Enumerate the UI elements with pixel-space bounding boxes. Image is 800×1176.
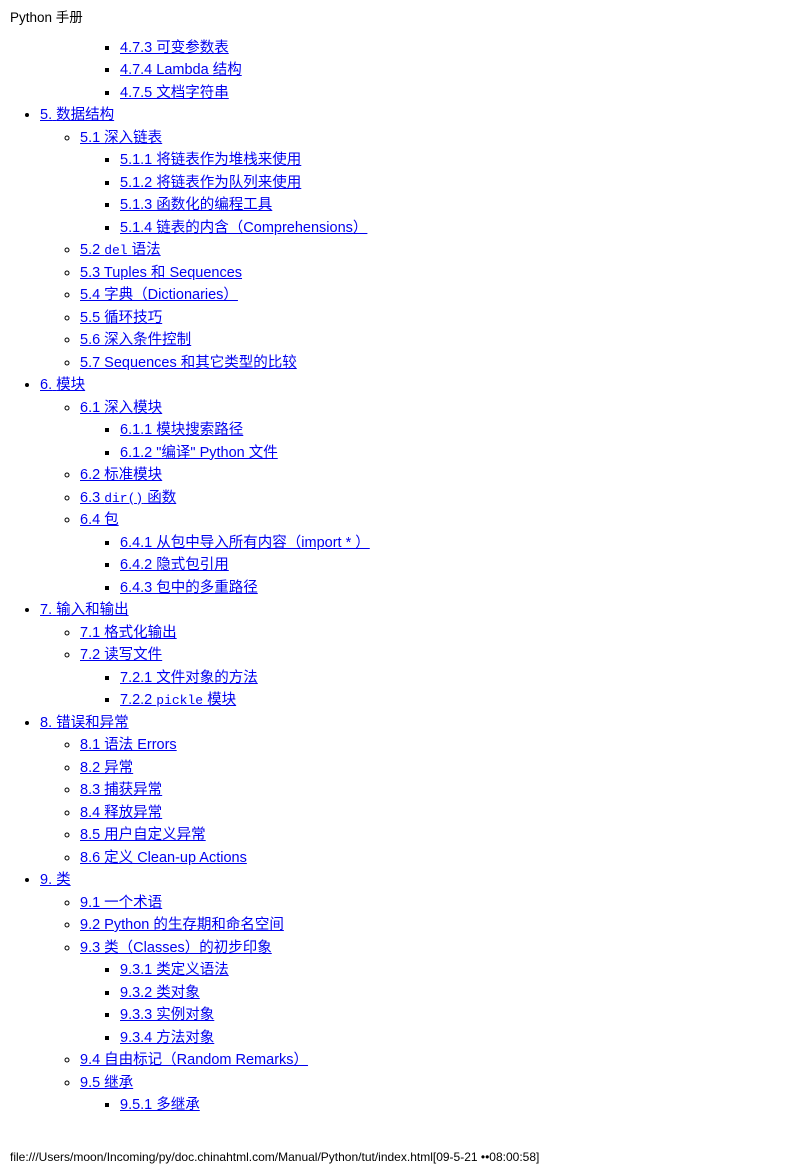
toc-item: 7.1 格式化输出 — [80, 623, 800, 643]
toc-link[interactable]: 8.4 释放异常 — [80, 805, 162, 821]
toc-item: 9.4 自由标记（Random Remarks） — [80, 1050, 800, 1070]
toc-link[interactable]: 4.7.4 Lambda 结构 — [120, 62, 242, 78]
page-title: Python 手册 — [0, 0, 800, 33]
toc-item: 8.4 释放异常 — [80, 803, 800, 823]
toc-link[interactable]: 7.1 格式化输出 — [80, 625, 177, 641]
toc-link[interactable]: 9.2 Python 的生存期和命名空间 — [80, 917, 284, 933]
toc-item: 6.1.1 模块搜索路径 — [120, 420, 800, 440]
toc-link[interactable]: 7.2 读写文件 — [80, 647, 162, 663]
toc-link[interactable]: 8.2 异常 — [80, 760, 133, 776]
toc-item: 9.3.3 实例对象 — [120, 1005, 800, 1025]
toc-item: 5.1 深入链表 5.1.1 将链表作为堆栈来使用 5.1.2 将链表作为队列来使用… — [80, 128, 800, 238]
toc-item: 6.4.2 隐式包引用 — [120, 555, 800, 575]
toc-link[interactable]: 6.4.1 从包中导入所有内容（import * ） — [120, 535, 370, 551]
toc-link[interactable]: 9.3.1 类定义语法 — [120, 962, 229, 978]
toc-link[interactable]: 9.3.3 实例对象 — [120, 1007, 214, 1023]
toc-item: 4.7.3 可变参数表 — [120, 38, 800, 58]
toc-link[interactable]: 5.2 del 语法 — [80, 242, 161, 258]
toc-link[interactable]: 9.5.1 多继承 — [120, 1097, 200, 1113]
toc-item: 6.2 标准模块 — [80, 465, 800, 485]
toc-link-ch6[interactable]: 6. 模块 — [40, 377, 85, 393]
toc-link[interactable]: 5.7 Sequences 和其它类型的比较 — [80, 355, 297, 371]
toc-link[interactable]: 6.1.1 模块搜索路径 — [120, 422, 243, 438]
toc-link[interactable]: 9.1 一个术语 — [80, 895, 162, 911]
toc-link[interactable]: 8.5 用户自定义异常 — [80, 827, 206, 843]
toc-link[interactable]: 8.1 语法 Errors — [80, 737, 177, 753]
toc-link[interactable]: 5.3 Tuples 和 Sequences — [80, 265, 242, 281]
toc-item: 8.6 定义 Clean-up Actions — [80, 848, 800, 868]
toc-item: 8.5 用户自定义异常 — [80, 825, 800, 845]
toc-item: 7.2.1 文件对象的方法 — [120, 668, 800, 688]
toc-link[interactable]: 8.3 捕获异常 — [80, 782, 162, 798]
toc-link[interactable]: 4.7.5 文档字符串 — [120, 85, 229, 101]
toc-link[interactable]: 6.4.3 包中的多重路径 — [120, 580, 258, 596]
toc-link[interactable]: 8.6 定义 Clean-up Actions — [80, 850, 247, 866]
toc-link[interactable]: 6.3 dir() 函数 — [80, 490, 176, 506]
toc-item: 6.1.2 "编译" Python 文件 — [120, 443, 800, 463]
toc-item: 9.3 类（Classes）的初步印象 9.3.1 类定义语法 9.3.2 类对象 9… — [80, 938, 800, 1048]
toc-item: 6.4.3 包中的多重路径 — [120, 578, 800, 598]
toc-link[interactable]: 5.1.3 函数化的编程工具 — [120, 197, 272, 213]
toc-link-ch5[interactable]: 5. 数据结构 — [40, 107, 114, 123]
toc-item: 8.1 语法 Errors — [80, 735, 800, 755]
toc-link[interactable]: 9.3 类（Classes）的初步印象 — [80, 940, 272, 956]
toc-item: 4.7.4 Lambda 结构 — [120, 60, 800, 80]
toc-item: 9.5.1 多继承 — [120, 1095, 800, 1115]
toc-item: 9.3.4 方法对象 — [120, 1028, 800, 1048]
toc-item: 5.3 Tuples 和 Sequences — [80, 263, 800, 283]
toc-link[interactable]: 7.2.2 pickle 模块 — [120, 692, 236, 708]
toc-item: 5.4 字典（Dictionaries） — [80, 285, 800, 305]
toc-link[interactable]: 7.2.1 文件对象的方法 — [120, 670, 258, 686]
toc-link[interactable]: 6.1 深入模块 — [80, 400, 162, 416]
toc-item: 6.4.1 从包中导入所有内容（import * ） — [120, 533, 800, 553]
toc-item: 7.2 读写文件 7.2.1 文件对象的方法 7.2.2 pickle 模块 — [80, 645, 800, 710]
toc-link[interactable]: 9.3.4 方法对象 — [120, 1030, 214, 1046]
toc-item: 6.1 深入模块 6.1.1 模块搜索路径 6.1.2 "编译" Python 文件 — [80, 398, 800, 463]
toc-item: 7.2.2 pickle 模块 — [120, 690, 800, 710]
toc-item: 5.1.1 将链表作为堆栈来使用 — [120, 150, 800, 170]
toc-link[interactable]: 4.7.3 可变参数表 — [120, 40, 229, 56]
toc-item: 5.6 深入条件控制 — [80, 330, 800, 350]
toc-link[interactable]: 6.4.2 隐式包引用 — [120, 557, 229, 573]
toc-item: 4.7.5 文档字符串 — [120, 83, 800, 103]
toc-item: 9.2 Python 的生存期和命名空间 — [80, 915, 800, 935]
toc-item: 5.1.3 函数化的编程工具 — [120, 195, 800, 215]
toc-content: 4.7.3 可变参数表 4.7.4 Lambda 结构 4.7.5 文档字符串 5.… — [0, 33, 800, 1146]
toc-link[interactable]: 6.4 包 — [80, 512, 119, 528]
toc-item: 9.3.1 类定义语法 — [120, 960, 800, 980]
toc-item: 5.5 循环技巧 — [80, 308, 800, 328]
toc-link[interactable]: 6.2 标准模块 — [80, 467, 162, 483]
toc-link[interactable]: 5.1 深入链表 — [80, 130, 162, 146]
toc-link[interactable]: 9.5 继承 — [80, 1075, 133, 1091]
toc-link[interactable]: 5.5 循环技巧 — [80, 310, 162, 326]
toc-link-ch7[interactable]: 7. 输入和输出 — [40, 602, 129, 618]
toc-item: 5.2 del 语法 — [80, 240, 800, 260]
toc-link-ch9[interactable]: 9. 类 — [40, 872, 71, 888]
toc-item: 5.1.2 将链表作为队列来使用 — [120, 173, 800, 193]
toc-item: 6.4 包6.4.1 从包中导入所有内容（import * ） 6.4.2 隐式包… — [80, 510, 800, 598]
toc-link[interactable]: 9.3.2 类对象 — [120, 985, 200, 1001]
toc-link[interactable]: 6.1.2 "编译" Python 文件 — [120, 445, 278, 461]
toc-link-ch8[interactable]: 8. 错误和异常 — [40, 715, 129, 731]
toc-item: 9.5 继承 9.5.1 多继承 — [80, 1073, 800, 1116]
toc-item: 5.7 Sequences 和其它类型的比较 — [80, 353, 800, 373]
toc-link[interactable]: 5.6 深入条件控制 — [80, 332, 191, 348]
toc-item: 8.2 异常 — [80, 758, 800, 778]
toc-root: 4.7.3 可变参数表 4.7.4 Lambda 结构 4.7.5 文档字符串 5.… — [0, 38, 800, 1116]
page-footer-path: file:///Users/moon/Incoming/py/doc.china… — [0, 1146, 800, 1176]
toc-link[interactable]: 5.1.4 链表的内含（Comprehensions） — [120, 220, 367, 236]
toc-item: 8.3 捕获异常 — [80, 780, 800, 800]
toc-item: 6.3 dir() 函数 — [80, 488, 800, 508]
toc-item: 5.1.4 链表的内含（Comprehensions） — [120, 218, 800, 238]
toc-item: 9.1 一个术语 — [80, 893, 800, 913]
toc-link[interactable]: 5.1.1 将链表作为堆栈来使用 — [120, 152, 301, 168]
toc-link[interactable]: 5.4 字典（Dictionaries） — [80, 287, 238, 303]
toc-link[interactable]: 5.1.2 将链表作为队列来使用 — [120, 175, 301, 191]
toc-item: 9.3.2 类对象 — [120, 983, 800, 1003]
toc-link[interactable]: 9.4 自由标记（Random Remarks） — [80, 1052, 308, 1068]
